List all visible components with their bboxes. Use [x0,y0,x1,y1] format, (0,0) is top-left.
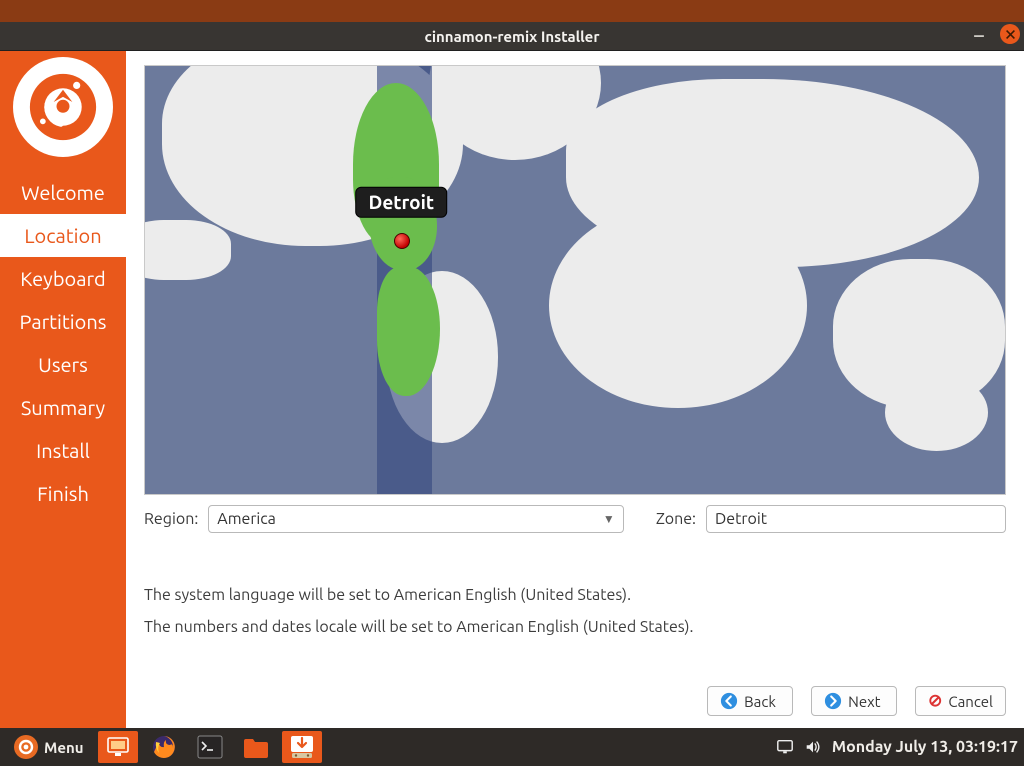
menu-logo-icon [14,735,38,759]
sidebar-step-label: Location [24,224,101,247]
installer-icon [289,734,315,760]
menu-label: Menu [44,739,84,756]
next-button-label: Next [848,693,880,710]
zone-combo[interactable]: Detroit [706,505,1006,533]
sidebar-step-partitions[interactable]: Partitions [0,300,126,343]
folder-icon [242,735,270,759]
locale-info: The system language will be set to Ameri… [144,579,1006,643]
region-value: America [217,510,276,528]
sidebar-step-label: Summary [21,396,105,419]
sidebar-step-finish[interactable]: Finish [0,472,126,515]
taskbar: Menu Monday July 13, 03:19:17 [0,728,1024,766]
sidebar-step-install[interactable]: Install [0,429,126,472]
sidebar-step-label: Install [36,439,90,462]
terminal-icon [197,735,223,759]
sidebar-step-label: Partitions [20,310,107,333]
sidebar-step-keyboard[interactable]: Keyboard [0,257,126,300]
sidebar-step-welcome[interactable]: Welcome [0,171,126,214]
sidebar-step-label: Welcome [21,181,105,204]
distro-logo [13,57,113,157]
timezone-map[interactable]: Detroit [144,65,1006,495]
sidebar-step-label: Finish [37,482,89,505]
display-icon[interactable] [776,738,794,756]
installer-window: Welcome Location Keyboard Partitions Use… [0,50,1024,728]
taskbar-datetime[interactable]: Monday July 13, 03:19:17 [832,738,1018,756]
arrow-left-icon [720,692,738,710]
sidebar-step-summary[interactable]: Summary [0,386,126,429]
sidebar-step-users[interactable]: Users [0,343,126,386]
taskbar-show-desktop[interactable] [98,731,138,763]
desktop-top-bar [0,0,1024,22]
region-label: Region: [144,510,198,528]
installer-main-panel: Detroit Region: America ▼ Zone: Detroit … [126,51,1024,728]
arrow-right-icon [824,692,842,710]
nav-buttons: Back Next ⊘ Cancel [144,678,1006,716]
region-zone-row: Region: America ▼ Zone: Detroit [144,505,1006,533]
menu-button[interactable]: Menu [6,732,92,762]
monitor-icon [106,736,130,758]
window-titlebar: cinnamon-remix Installer [0,22,1024,50]
sidebar-step-label: Users [38,353,88,376]
cancel-button[interactable]: ⊘ Cancel [915,686,1006,716]
firefox-icon [151,734,177,760]
window-close-button[interactable] [1000,24,1020,44]
window-title: cinnamon-remix Installer [425,28,600,45]
next-button[interactable]: Next [811,686,897,716]
volume-icon[interactable] [804,738,822,756]
system-language-text: The system language will be set to Ameri… [144,579,1006,611]
taskbar-files[interactable] [236,731,276,763]
sidebar-step-label: Keyboard [20,267,106,290]
region-combo[interactable]: America ▼ [208,505,624,533]
sidebar-step-location[interactable]: Location [0,214,126,257]
cancel-icon: ⊘ [928,691,942,711]
zone-value: Detroit [715,510,767,528]
back-button-label: Back [744,693,776,710]
back-button[interactable]: Back [707,686,793,716]
cancel-button-label: Cancel [948,693,993,710]
taskbar-terminal[interactable] [190,731,230,763]
taskbar-installer[interactable] [282,731,322,763]
chevron-down-icon: ▼ [603,512,615,526]
window-minimize-button[interactable] [968,26,990,42]
installer-sidebar: Welcome Location Keyboard Partitions Use… [0,51,126,728]
zone-label: Zone: [656,510,696,528]
map-pin-label: Detroit [355,187,447,218]
numbers-dates-text: The numbers and dates locale will be set… [144,611,1006,643]
taskbar-firefox[interactable] [144,731,184,763]
